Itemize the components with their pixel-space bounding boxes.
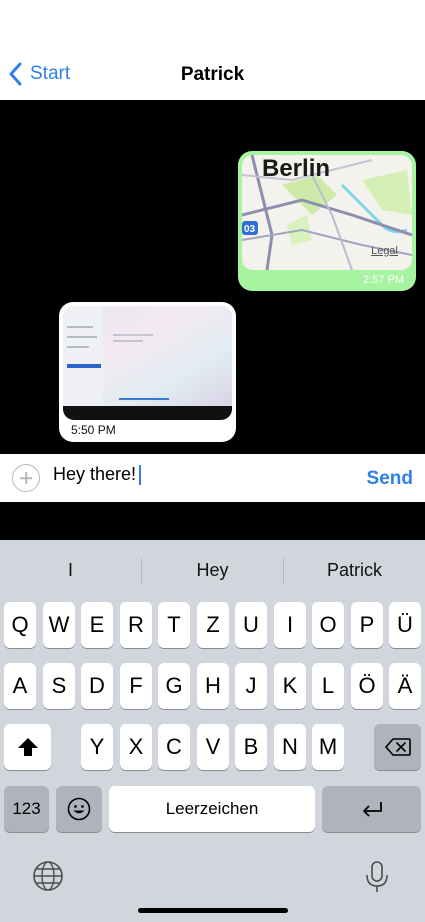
keyboard: I Hey Patrick Q W E R T Z U I O P Ü A S … bbox=[0, 540, 425, 922]
key-n[interactable]: N bbox=[274, 724, 306, 770]
key-o[interactable]: O bbox=[312, 602, 344, 648]
key-l[interactable]: L bbox=[312, 663, 344, 709]
key-m[interactable]: M bbox=[312, 724, 344, 770]
message-timestamp: 5:50 PM bbox=[71, 423, 116, 437]
navigation-bar: Start Patrick bbox=[0, 0, 425, 100]
photo-thumbnail[interactable] bbox=[63, 306, 232, 420]
key-c[interactable]: C bbox=[158, 724, 190, 770]
chat-bottom-area bbox=[0, 502, 425, 540]
key-s[interactable]: S bbox=[43, 663, 75, 709]
key-t[interactable]: T bbox=[158, 602, 190, 648]
numbers-key[interactable]: 123 bbox=[4, 786, 49, 832]
key-d[interactable]: D bbox=[81, 663, 113, 709]
message-timestamp: 2:57 PM bbox=[363, 274, 404, 286]
outgoing-map-message[interactable]: 03 Berlin Legal 2:57 PM bbox=[238, 151, 416, 291]
key-y[interactable]: Y bbox=[81, 724, 113, 770]
key-ue[interactable]: Ü bbox=[389, 602, 421, 648]
key-h[interactable]: H bbox=[197, 663, 229, 709]
space-key[interactable]: Leerzeichen bbox=[109, 786, 315, 832]
key-g[interactable]: G bbox=[158, 663, 190, 709]
backspace-icon bbox=[384, 738, 411, 756]
conversation-title: Patrick bbox=[180, 64, 245, 85]
key-a[interactable]: A bbox=[4, 663, 36, 709]
key-oe[interactable]: Ö bbox=[351, 663, 383, 709]
incoming-photo-message[interactable]: 5:50 PM bbox=[59, 302, 236, 442]
key-k[interactable]: K bbox=[274, 663, 306, 709]
message-input-text: Hey there! bbox=[53, 464, 137, 484]
key-u[interactable]: U bbox=[235, 602, 267, 648]
key-q[interactable]: Q bbox=[4, 602, 36, 648]
key-w[interactable]: W bbox=[43, 602, 75, 648]
dictation-button[interactable] bbox=[364, 860, 390, 899]
map-thumbnail[interactable]: 03 Berlin Legal bbox=[242, 155, 412, 270]
key-i[interactable]: I bbox=[274, 602, 306, 648]
backspace-key[interactable] bbox=[374, 724, 421, 770]
key-j[interactable]: J bbox=[235, 663, 267, 709]
suggestion-2[interactable]: Hey bbox=[142, 552, 283, 588]
key-z[interactable]: Z bbox=[197, 602, 229, 648]
message-list[interactable]: 03 Berlin Legal 2:57 PM 5:50 PM bbox=[0, 100, 425, 454]
globe-icon bbox=[33, 861, 63, 891]
suggestion-3[interactable]: Patrick bbox=[284, 552, 425, 588]
text-cursor bbox=[139, 464, 142, 485]
key-v[interactable]: V bbox=[197, 724, 229, 770]
send-button[interactable]: Send bbox=[367, 468, 413, 490]
key-x[interactable]: X bbox=[120, 724, 152, 770]
message-input[interactable]: Hey there! bbox=[53, 464, 142, 485]
key-f[interactable]: F bbox=[120, 663, 152, 709]
add-attachment-button[interactable] bbox=[12, 464, 40, 492]
map-legal-link[interactable]: Legal bbox=[371, 245, 398, 257]
shift-key[interactable] bbox=[4, 724, 51, 770]
return-icon bbox=[362, 802, 382, 817]
suggestion-bar: I Hey Patrick bbox=[0, 552, 425, 588]
key-r[interactable]: R bbox=[120, 602, 152, 648]
suggestion-1[interactable]: I bbox=[0, 552, 141, 588]
globe-button[interactable] bbox=[32, 860, 64, 897]
key-p[interactable]: P bbox=[351, 602, 383, 648]
key-ae[interactable]: Ä bbox=[389, 663, 421, 709]
return-key[interactable] bbox=[322, 786, 421, 832]
message-composer: Hey there! Send bbox=[0, 454, 425, 502]
key-e[interactable]: E bbox=[81, 602, 113, 648]
route-badge: 03 bbox=[244, 224, 256, 235]
home-indicator bbox=[138, 908, 288, 913]
microphone-icon bbox=[366, 861, 388, 892]
emoji-key[interactable] bbox=[56, 786, 102, 832]
emoji-icon bbox=[67, 797, 91, 821]
shift-icon bbox=[17, 738, 38, 756]
map-city-label: Berlin bbox=[262, 155, 331, 182]
key-b[interactable]: B bbox=[235, 724, 267, 770]
